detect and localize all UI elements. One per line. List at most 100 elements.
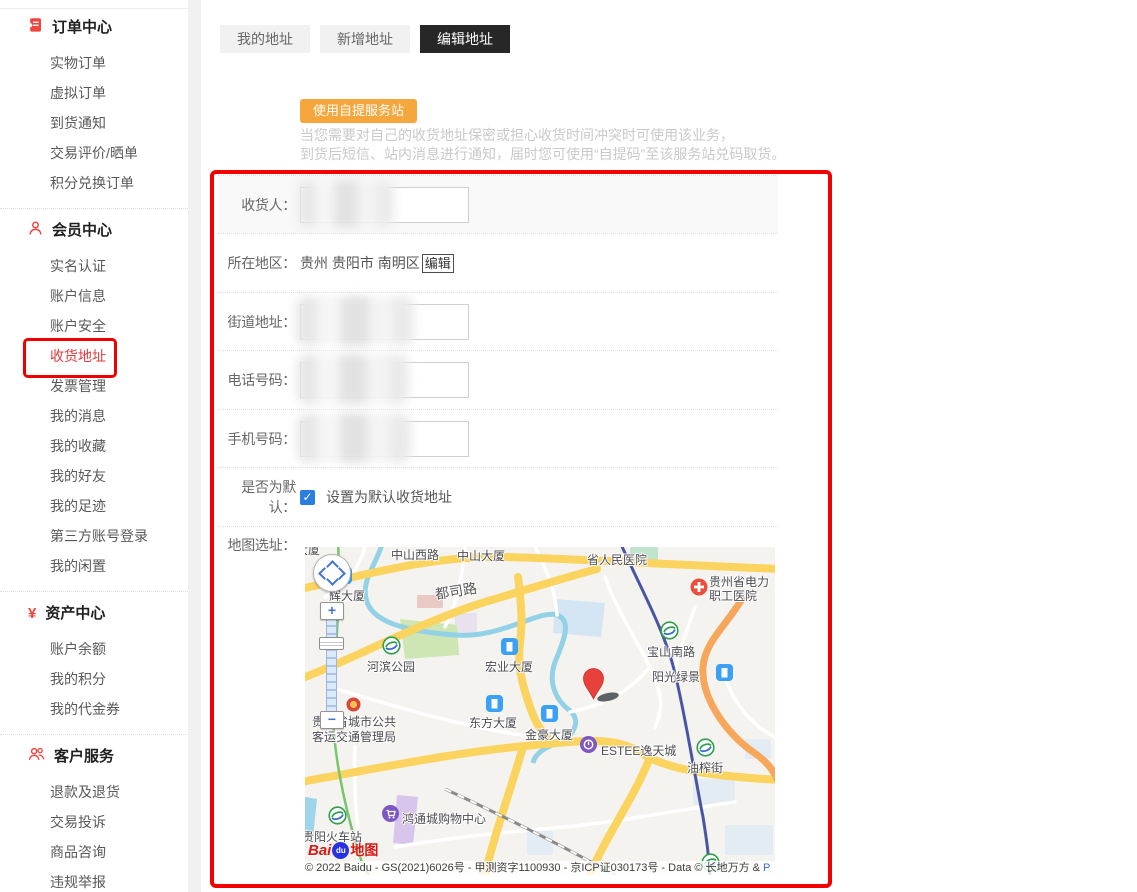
sidebar-item[interactable]: 账户信息 <box>0 281 188 311</box>
map-copyright-text: © 2022 Baidu - GS(2021)6026号 - 甲测资字11009… <box>305 862 763 874</box>
tab-new-address[interactable]: 新增地址 <box>320 25 410 53</box>
order-document-icon <box>28 17 43 39</box>
default-label: 是否为默认： <box>214 477 296 517</box>
building-poi-icon <box>716 664 733 686</box>
place-label-partial: 大厦 <box>305 547 320 558</box>
baidu-logo-map-text: 地图 <box>350 840 378 860</box>
sidebar-item[interactable]: 账户余额 <box>0 634 188 664</box>
sidebar-item[interactable]: 违规举报 <box>0 867 188 892</box>
pickup-description-line2: 到货后短信、站内消息进行通知，届时您可使用“自提码”至该服务站兑码取货。 <box>300 145 785 164</box>
place-label: 宏业大厦 <box>485 658 533 675</box>
sidebar-item[interactable]: 第三方账号登录 <box>0 521 188 551</box>
mobile-input[interactable] <box>300 421 469 457</box>
tab-my-address[interactable]: 我的地址 <box>220 25 310 53</box>
metro-station-label: 油榨街 <box>687 759 723 776</box>
sidebar-item[interactable]: 实物订单 <box>0 48 188 78</box>
place-label: 阳光绿景 <box>652 668 700 685</box>
sidebar-item[interactable]: 实名认证 <box>0 251 188 281</box>
sidebar-section-member-center: 会员中心 <box>28 221 188 241</box>
map-canvas[interactable]: 中山西路 中山大厦 省人民医院 都司路 贵州省电力 职工医院 辉大厦 大厦 河滨… <box>305 547 775 875</box>
place-label: 鸿通城购物中心 <box>402 810 486 827</box>
pickup-description: 当您需要对自己的收货地址保密或担心收货时间冲突时可使用该业务， 到货后短信、站内… <box>300 126 785 164</box>
sidebar-item[interactable]: 交易投诉 <box>0 807 188 837</box>
sidebar-item[interactable]: 我的消息 <box>0 401 188 431</box>
map-copyright-link: P <box>763 862 770 874</box>
consignee-input[interactable] <box>300 187 469 223</box>
sidebar-item[interactable]: 我的足迹 <box>0 491 188 521</box>
mobile-row: 手机号码： <box>218 410 778 468</box>
street-row: 街道地址： <box>218 293 778 351</box>
sidebar-item[interactable]: 退款及退货 <box>0 777 188 807</box>
zoom-in-button[interactable]: + <box>320 602 344 620</box>
sidebar-section-asset-center: ¥ 资产中心 <box>28 604 188 624</box>
sidebar-item[interactable]: 商品咨询 <box>0 837 188 867</box>
telephone-row: 电话号码： <box>218 351 778 410</box>
place-label: 河滨公园 <box>367 658 415 675</box>
sidebar-divider <box>0 208 188 209</box>
sidebar-item[interactable]: 我的代金券 <box>0 694 188 724</box>
sidebar-item[interactable]: 虚拟订单 <box>0 78 188 108</box>
region-label: 所在地区： <box>214 253 296 273</box>
use-pickup-station-button[interactable]: 使用自提服务站 <box>300 99 417 123</box>
sidebar-section-title: 订单中心 <box>52 18 112 38</box>
sidebar-item[interactable]: 我的好友 <box>0 461 188 491</box>
region-row: 所在地区： 贵州 贵阳市 南明区 编辑 <box>218 234 778 293</box>
agency-label-line2: 客运交通管理局 <box>312 728 396 745</box>
default-address-checkbox[interactable]: ✓ <box>300 490 315 505</box>
map-label: 地图选址： <box>214 535 296 555</box>
street-input[interactable] <box>300 304 469 340</box>
address-tabs: 我的地址 新增地址 编辑地址 <box>220 25 510 53</box>
sidebar-section-order-center: 订单中心 <box>28 18 188 38</box>
sidebar-item-shipping-address[interactable]: 收货地址 <box>0 341 188 371</box>
place-label: 省人民医院 <box>587 551 647 568</box>
tab-edit-address[interactable]: 编辑地址 <box>420 25 510 53</box>
sidebar-content-gap <box>188 0 201 892</box>
zoom-slider-track[interactable] <box>326 618 337 714</box>
sidebar-section-customer-service: 客户服务 <box>28 747 188 767</box>
metro-station-icon <box>382 636 401 660</box>
baidu-logo-text: Bai <box>308 842 331 859</box>
place-label: 金豪大厦 <box>525 726 573 743</box>
default-checkbox-text: 设置为默认收货地址 <box>326 487 452 507</box>
sidebar-item[interactable]: 我的闲置 <box>0 551 188 581</box>
metro-station-icon <box>660 621 679 645</box>
place-label: 东方大厦 <box>469 714 517 731</box>
page: 订单中心 实物订单 虚拟订单 到货通知 交易评价/晒单 积分兑换订单 会员中心 … <box>0 0 1137 892</box>
sidebar-section-title: 资产中心 <box>45 604 105 624</box>
map-pan-control[interactable] <box>313 554 351 592</box>
sidebar-item[interactable]: 我的积分 <box>0 664 188 694</box>
map-copyright: © 2022 Baidu - GS(2021)6026号 - 甲测资字11009… <box>305 861 825 875</box>
telephone-input[interactable] <box>300 362 469 398</box>
baidu-paw-icon: du <box>332 842 349 859</box>
sidebar-divider <box>0 591 188 592</box>
metro-station-label: 宝山南路 <box>647 643 695 660</box>
sidebar-section-title: 客户服务 <box>54 747 114 767</box>
sidebar-divider <box>0 734 188 735</box>
mobile-label: 手机号码： <box>214 429 296 449</box>
yuan-icon: ¥ <box>28 604 36 624</box>
hospital-poi-icon <box>690 578 708 601</box>
baidu-maps-logo: Bai du 地图 <box>308 840 378 860</box>
people-icon <box>28 746 45 768</box>
pickup-description-line1: 当您需要对自己的收货地址保密或担心收货时间冲突时可使用该业务， <box>300 126 785 145</box>
sidebar-item[interactable]: 到货通知 <box>0 108 188 138</box>
sidebar-item[interactable]: 积分兑换订单 <box>0 168 188 198</box>
sidebar: 订单中心 实物订单 虚拟订单 到货通知 交易评价/晒单 积分兑换订单 会员中心 … <box>0 0 188 892</box>
region-edit-button[interactable]: 编辑 <box>422 254 454 273</box>
building-poi-icon <box>501 638 518 660</box>
sidebar-item[interactable]: 我的收藏 <box>0 431 188 461</box>
person-icon <box>28 220 43 242</box>
sidebar-item[interactable]: 发票管理 <box>0 371 188 401</box>
watch-store-poi-icon <box>580 736 597 758</box>
sidebar-item[interactable]: 账户安全 <box>0 311 188 341</box>
place-label: ESTEE逸天城 <box>601 742 676 759</box>
map-pin-icon <box>579 665 608 706</box>
zoom-slider-handle[interactable] <box>319 637 344 650</box>
zoom-out-button[interactable]: − <box>320 711 344 729</box>
default-row: 是否为默认： ✓ 设置为默认收货地址 <box>218 468 778 527</box>
place-label: 中山大厦 <box>457 547 505 564</box>
street-label: 街道地址： <box>214 312 296 332</box>
metro-station-icon <box>328 806 347 830</box>
sidebar-item[interactable]: 交易评价/晒单 <box>0 138 188 168</box>
sidebar-section-title: 会员中心 <box>52 221 112 241</box>
